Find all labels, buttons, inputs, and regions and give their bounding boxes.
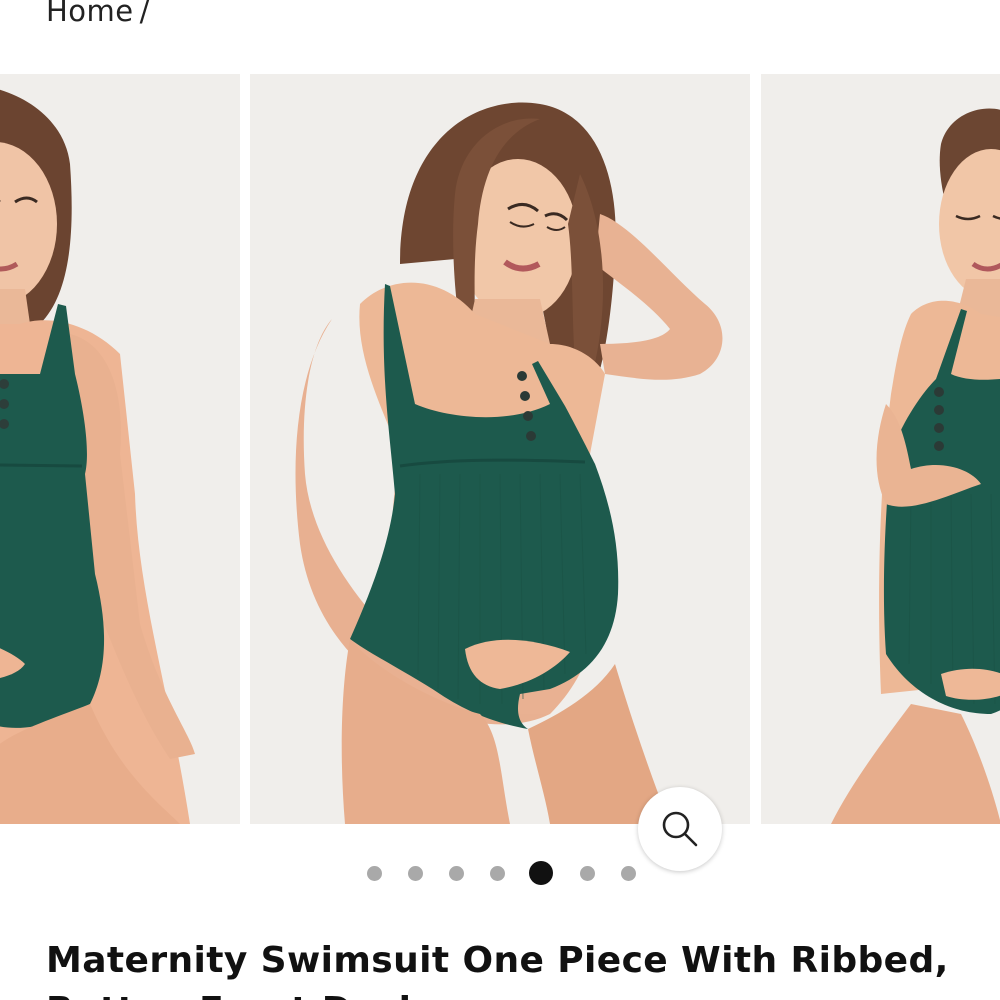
product-photo-next — [831, 108, 1000, 824]
zoom-button[interactable] — [638, 787, 722, 871]
gallery-slide-previous[interactable] — [0, 74, 240, 824]
pagination-dot[interactable] — [489, 866, 505, 881]
product-photo-previous — [0, 89, 195, 824]
product-image-gallery[interactable] — [0, 74, 1000, 871]
pagination-dot-active[interactable] — [529, 861, 553, 885]
breadcrumb-separator: / — [139, 0, 150, 28]
magnifier-icon — [662, 811, 698, 847]
product-page: Home / Maternity Swimsuit One Piece With… — [0, 0, 1000, 1000]
pagination-dot[interactable] — [407, 866, 423, 881]
breadcrumb-home-link[interactable]: Home — [46, 0, 134, 28]
product-title: Maternity Swimsuit One Piece With Ribbed… — [46, 940, 949, 1000]
breadcrumb: Home / — [46, 0, 150, 28]
gallery-slide-current[interactable] — [250, 74, 750, 824]
pagination-dot[interactable] — [620, 866, 636, 881]
pagination-dot[interactable] — [366, 866, 382, 881]
pagination-dot[interactable] — [448, 866, 464, 881]
product-photo-current — [295, 102, 723, 824]
gallery-pagination — [0, 861, 1000, 885]
pagination-dot[interactable] — [579, 866, 595, 881]
gallery-slide-next[interactable] — [761, 74, 1000, 824]
